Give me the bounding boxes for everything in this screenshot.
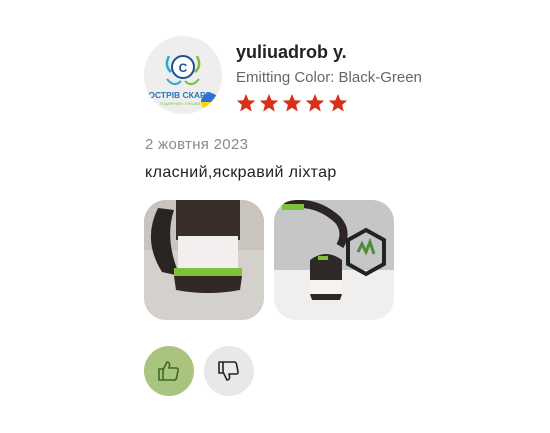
star-icon [282, 94, 302, 112]
star-icon [259, 94, 279, 112]
star-icon [305, 94, 325, 112]
logo-subtext: ПОДАРУНКИ • ІГРАШКИ [160, 102, 201, 106]
review-text: класний,яскравий ліхтар [145, 164, 337, 181]
review-author: yuliuadrob y. [236, 42, 347, 62]
thumbs-up-icon [158, 361, 179, 381]
product-variant: Emitting Color: Black-Green [236, 69, 422, 86]
ukraine-flag-icon [201, 93, 219, 111]
svg-text:C: C [179, 61, 188, 75]
review-photo-2[interactable] [274, 200, 394, 320]
avatar: C ОСТРІВ СКАРБ ПОДАРУНКИ • ІГРАШКИ [144, 36, 222, 114]
review-date: 2 жовтня 2023 [145, 136, 249, 153]
helpful-button[interactable] [144, 346, 194, 396]
thumbs-down-icon [218, 361, 239, 381]
star-icon [328, 94, 348, 112]
star-rating [236, 93, 348, 113]
not-helpful-button[interactable] [204, 346, 254, 396]
review-photo-1[interactable] [144, 200, 264, 320]
star-icon [236, 94, 256, 112]
